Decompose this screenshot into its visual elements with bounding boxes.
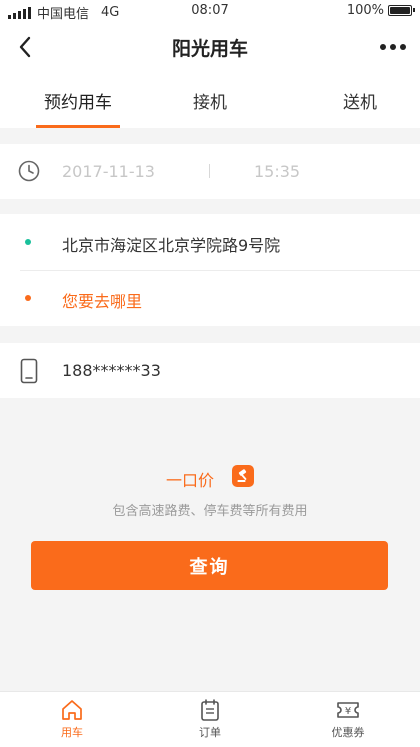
time-value[interactable]: 15:35 [254,162,300,181]
status-bar: 中国电信 4G 08:07 100% [0,0,420,22]
tab-airport-pickup[interactable]: 接机 [180,72,240,128]
more-button[interactable] [378,34,408,60]
address-divider [20,270,420,271]
price-gavel-icon[interactable] [232,465,254,487]
bottom-nav-item-orders[interactable]: 订单 [170,692,250,747]
tab-airport-pickup-label: 接机 [193,92,227,113]
bottom-nav: 用车 订单 ¥ 优惠券 [0,691,420,747]
price-note: 包含高速路费、停车费等所有费用 [112,504,308,519]
bottom-nav-label-ride: 用车 [61,726,83,739]
tab-airport-dropoff[interactable]: 送机 [330,72,390,128]
tab-reserve-label: 预约用车 [44,92,112,113]
battery-icon [388,5,415,16]
gavel-icon [237,469,247,482]
tab-airport-dropoff-label: 送机 [343,92,377,113]
page-title: 阳光用车 [171,38,248,60]
datetime-separator [209,164,210,178]
pickup-address[interactable]: 北京市海淀区北京学院路9号院 [62,232,280,256]
query-button[interactable]: 查询 [31,541,388,590]
nav-bar: 阳光用车 [0,22,420,72]
date-value[interactable]: 2017-11-13 [62,162,155,181]
datetime-card[interactable]: 2017-11-13 15:35 [0,144,420,199]
bottom-nav-item-ride[interactable]: 用车 [32,692,112,747]
home-icon [62,700,82,720]
pickup-dot-icon [25,239,31,245]
bottom-nav-label-orders: 订单 [199,726,221,739]
phone-card[interactable]: 188******33 [0,343,420,398]
battery-percent: 100% [346,3,384,18]
bottom-nav-item-coupons[interactable]: ¥ 优惠券 [308,692,388,747]
clock-icon [18,160,40,182]
bottom-nav-label-coupons: 优惠券 [331,726,365,739]
order-icon [201,699,219,721]
tab-active-indicator [36,125,120,128]
status-right: 100% [346,3,415,18]
destination-input[interactable]: 您要去哪里 [62,288,142,312]
phone-icon [20,358,38,384]
service-tabs: 预约用车 接机 送机 [0,72,420,128]
more-dots-icon [380,44,406,50]
tab-reserve[interactable]: 预约用车 [36,72,120,128]
phone-number[interactable]: 188******33 [62,361,161,380]
coupon-icon: ¥ [337,702,359,718]
fixed-price-label: 一口价 [166,471,215,490]
destination-dot-icon [25,295,31,301]
address-card: 北京市海淀区北京学院路9号院 您要去哪里 [0,214,420,326]
svg-text:¥: ¥ [345,706,351,717]
